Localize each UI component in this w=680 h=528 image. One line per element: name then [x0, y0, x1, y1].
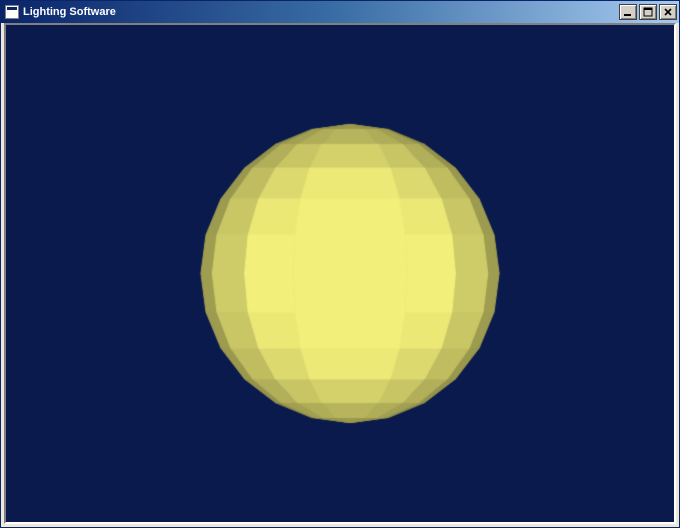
minimize-icon — [623, 7, 633, 17]
maximize-icon — [643, 7, 653, 17]
close-icon — [663, 7, 673, 17]
titlebar[interactable]: Lighting Software — [1, 1, 679, 23]
close-button[interactable] — [659, 4, 677, 20]
app-window: Lighting Software — [0, 0, 680, 528]
render-canvas-wrap — [6, 25, 674, 522]
window-title: Lighting Software — [23, 6, 617, 18]
maximize-button[interactable] — [639, 4, 657, 20]
app-icon — [5, 5, 19, 19]
window-controls — [617, 4, 677, 20]
minimize-button[interactable] — [619, 4, 637, 20]
viewport[interactable] — [4, 23, 676, 524]
render-canvas — [6, 25, 674, 522]
